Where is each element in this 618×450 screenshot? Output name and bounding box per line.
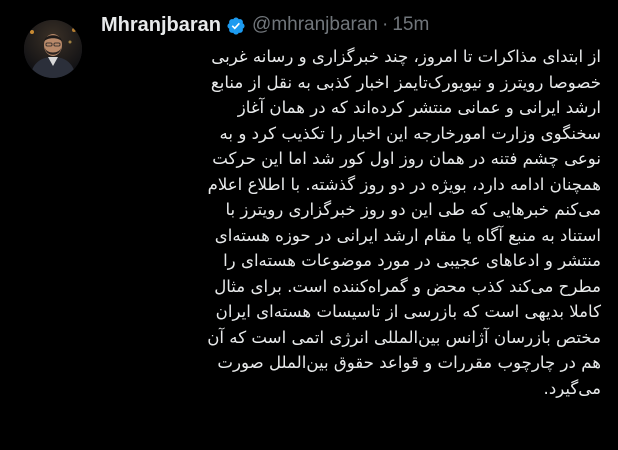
tweet-text-line: از ابتدای مذاکرات تا امروز، چند خبرگزاری… (211, 47, 601, 66)
tweet-text-line: کاملا بدیهی است که بازرسی از تاسیسات هست… (215, 302, 601, 321)
tweet-text-line: هم در چارچوب مقررات و قواعد حقوق بین‌الم… (217, 353, 601, 372)
timestamp[interactable]: 15m (392, 10, 429, 40)
tweet-text-line: مختص بازرسان آژانس بین‌المللی انرژی اتمی… (207, 327, 601, 347)
tweet-text-line: استناد به منبع آگاه یا مقام ارشد ایرانی … (214, 225, 601, 245)
avatar[interactable] (24, 20, 82, 78)
tweet-text-line: می‌گیرد. (543, 378, 601, 398)
author-handle[interactable]: @mhranjbaran (252, 10, 378, 40)
tweet-text-line: خصوصا رویترز و نیویورک‌تایمز اخبار کذبی … (210, 72, 601, 92)
tweet-text-line: سخنگوی وزارت امورخارجه این اخبار را تکذی… (219, 123, 601, 143)
tweet-text-line: ارشد ایرانی و عمانی منتشر کرده‌اند که در… (237, 98, 601, 117)
tweet-text-line: نوعی چشم فتنه در همان روز اول کور شد اما… (212, 149, 601, 168)
display-name[interactable]: Mhranjbaran (101, 10, 221, 40)
tweet-text-line: همچنان ادامه دارد، بویژه در دو روز گذشته… (207, 174, 601, 194)
tweet-header: Mhranjbaran @mhranjbaran · 15m (101, 10, 429, 40)
tweet-text: از ابتدای مذاکرات تا امروز، چند خبرگزاری… (101, 44, 601, 401)
tweet-text-line: مطرح می‌کند کذب محض و گمراه‌کننده است. ب… (214, 276, 601, 296)
separator-dot: · (382, 14, 389, 35)
tweet-text-line: می‌کنم خبرهایی که طی این دو روز خبرگزاری… (225, 200, 601, 219)
verified-badge-icon (226, 15, 246, 35)
tweet-text-line: منتشر و ادعاهای عجیبی در مورد موضوعات هس… (223, 251, 601, 270)
profile-photo-icon (24, 20, 82, 78)
